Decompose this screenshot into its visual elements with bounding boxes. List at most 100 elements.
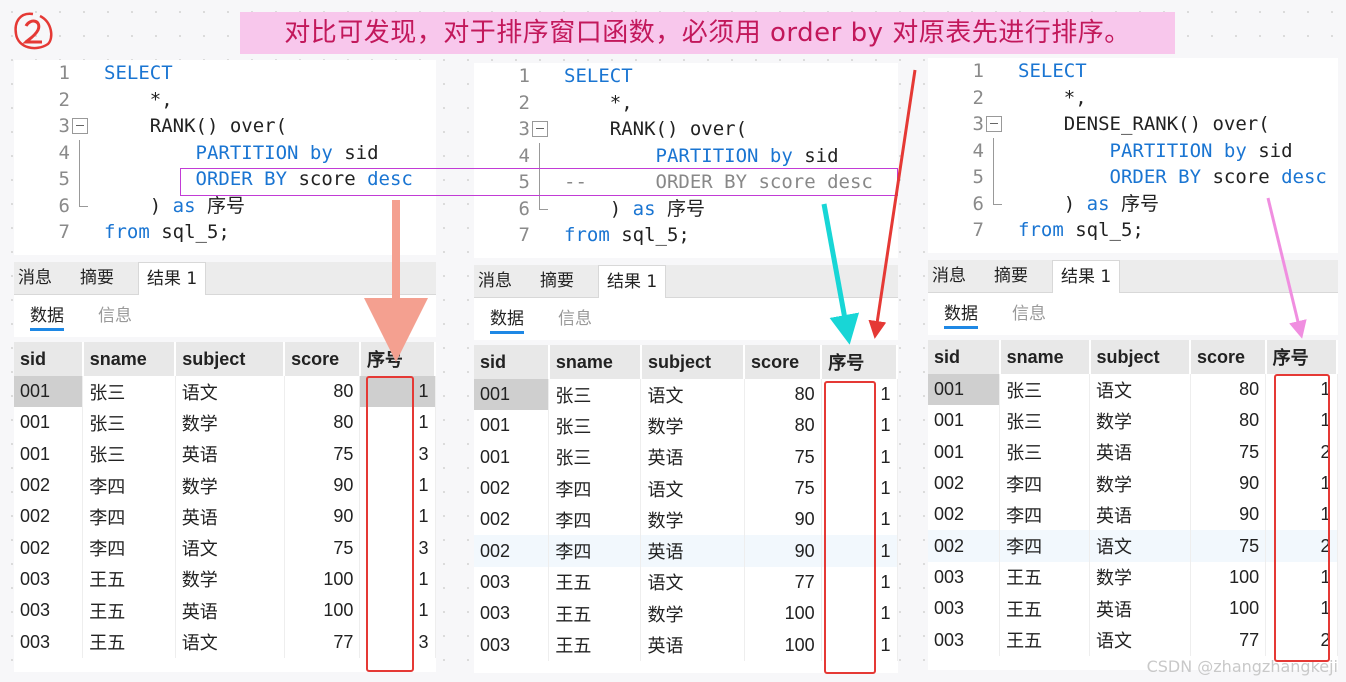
table-cell[interactable]: 80	[744, 379, 822, 411]
table-cell[interactable]: 语文	[1089, 374, 1191, 406]
table-cell[interactable]: 李四	[999, 467, 1091, 500]
table-cell[interactable]: 李四	[999, 530, 1091, 562]
table-cell[interactable]: 002	[14, 532, 84, 564]
table-cell[interactable]: 数学	[175, 407, 285, 439]
table-cell[interactable]: 90	[1190, 499, 1267, 531]
table-cell[interactable]: 李四	[548, 472, 642, 505]
table-cell[interactable]: 001	[474, 441, 550, 473]
table-cell[interactable]: 002	[474, 472, 550, 505]
table-cell[interactable]: 数学	[640, 410, 745, 442]
column-header-rank[interactable]: 序号	[821, 345, 898, 379]
column-header-rank[interactable]: 序号	[359, 342, 437, 376]
table-cell[interactable]: 数学	[1089, 467, 1191, 500]
table-cell[interactable]: 语文	[640, 379, 745, 411]
table-cell[interactable]: 100	[1190, 593, 1267, 625]
table-cell[interactable]: 80	[284, 376, 361, 408]
table-cell[interactable]: 数学	[640, 598, 745, 630]
table-cell[interactable]: 王五	[548, 566, 642, 599]
tab-result-1[interactable]: 结果 1	[598, 265, 667, 298]
table-cell[interactable]: 77	[744, 566, 822, 599]
table-cell[interactable]: 张三	[999, 405, 1091, 437]
table-cell[interactable]: 100	[1190, 561, 1267, 594]
table-cell[interactable]: 李四	[548, 504, 642, 536]
table-cell[interactable]: 张三	[548, 410, 642, 442]
table-cell[interactable]: 80	[1190, 374, 1267, 406]
table-cell[interactable]: 80	[284, 407, 361, 439]
table-cell[interactable]: 语文	[1089, 530, 1191, 562]
table-cell[interactable]: 语文	[640, 472, 745, 505]
table-cell[interactable]: 张三	[548, 441, 642, 473]
table-cell[interactable]: 003	[928, 624, 1001, 656]
table-cell[interactable]: 003	[14, 563, 84, 596]
table-cell[interactable]: 75	[744, 472, 822, 505]
table-cell[interactable]: 100	[744, 598, 822, 630]
table-cell[interactable]: 王五	[82, 595, 176, 627]
table-cell[interactable]: 王五	[999, 561, 1091, 594]
fold-toggle-icon[interactable]	[72, 118, 88, 134]
table-cell[interactable]: 张三	[999, 374, 1091, 406]
table-cell[interactable]: 语文	[175, 626, 285, 658]
table-cell[interactable]: 75	[744, 441, 822, 473]
table-cell[interactable]: 90	[744, 535, 822, 567]
column-header-score[interactable]: score	[284, 342, 361, 376]
table-cell[interactable]: 张三	[82, 438, 176, 470]
table-cell[interactable]: 李四	[999, 499, 1091, 531]
table-cell[interactable]: 李四	[82, 501, 176, 533]
sql-editor[interactable]: 1 SELECT 2 *, 3 RANK() over(4 PARTITION by …	[474, 63, 898, 258]
table-cell[interactable]: 英语	[175, 438, 285, 470]
tab-result-1[interactable]: 结果 1	[138, 262, 207, 295]
table-cell[interactable]: 90	[284, 501, 361, 533]
table-cell[interactable]: 李四	[82, 469, 176, 502]
column-header-sid[interactable]: sid	[928, 340, 1001, 374]
table-cell[interactable]: 张三	[999, 436, 1091, 468]
table-cell[interactable]: 张三	[548, 379, 642, 411]
fold-toggle-icon[interactable]	[986, 116, 1002, 132]
table-cell[interactable]: 90	[284, 469, 361, 502]
table-cell[interactable]: 75	[1190, 436, 1267, 468]
table-cell[interactable]: 002	[928, 467, 1001, 500]
table-cell[interactable]: 语文	[175, 376, 285, 408]
table-cell[interactable]: 003	[474, 566, 550, 599]
table-cell[interactable]: 王五	[82, 626, 176, 658]
column-header-sname[interactable]: sname	[82, 342, 177, 376]
table-cell[interactable]: 英语	[640, 629, 745, 661]
table-cell[interactable]: 001	[474, 410, 550, 442]
subtab-info[interactable]: 信息	[558, 304, 592, 329]
table-cell[interactable]: 王五	[999, 593, 1091, 625]
table-cell[interactable]: 英语	[175, 501, 285, 533]
table-cell[interactable]: 数学	[1089, 405, 1191, 437]
table-cell[interactable]: 数学	[175, 563, 285, 596]
subtab-info[interactable]: 信息	[1012, 299, 1046, 324]
table-cell[interactable]: 100	[284, 595, 361, 627]
table-cell[interactable]: 90	[1190, 467, 1267, 500]
table-cell[interactable]: 数学	[1089, 561, 1191, 594]
tab-messages[interactable]: 消息	[18, 262, 52, 294]
table-cell[interactable]: 001	[928, 405, 1001, 437]
table-cell[interactable]: 003	[474, 598, 550, 630]
column-header-subject[interactable]: subject	[640, 345, 746, 379]
table-cell[interactable]: 张三	[82, 376, 176, 408]
table-cell[interactable]: 003	[14, 595, 84, 627]
table-cell[interactable]: 英语	[1089, 593, 1191, 625]
table-cell[interactable]: 80	[744, 410, 822, 442]
subtab-data[interactable]: 数据	[30, 301, 64, 331]
fold-toggle-icon[interactable]	[532, 121, 548, 137]
tab-summary[interactable]: 摘要	[994, 260, 1028, 292]
table-cell[interactable]: 002	[14, 469, 84, 502]
table-cell[interactable]: 100	[744, 629, 822, 661]
table-cell[interactable]: 数学	[640, 504, 745, 536]
table-cell[interactable]: 语文	[175, 532, 285, 564]
table-cell[interactable]: 英语	[175, 595, 285, 627]
table-cell[interactable]: 王五	[548, 598, 642, 630]
table-cell[interactable]: 002	[928, 530, 1001, 562]
table-cell[interactable]: 003	[14, 626, 84, 658]
column-header-sid[interactable]: sid	[14, 342, 84, 376]
table-cell[interactable]: 王五	[999, 624, 1091, 656]
column-header-sname[interactable]: sname	[548, 345, 642, 379]
column-header-sid[interactable]: sid	[474, 345, 550, 379]
table-cell[interactable]: 王五	[82, 563, 176, 596]
table-cell[interactable]: 002	[928, 499, 1001, 531]
table-cell[interactable]: 002	[474, 504, 550, 536]
table-cell[interactable]: 100	[284, 563, 361, 596]
table-cell[interactable]: 001	[14, 438, 84, 470]
